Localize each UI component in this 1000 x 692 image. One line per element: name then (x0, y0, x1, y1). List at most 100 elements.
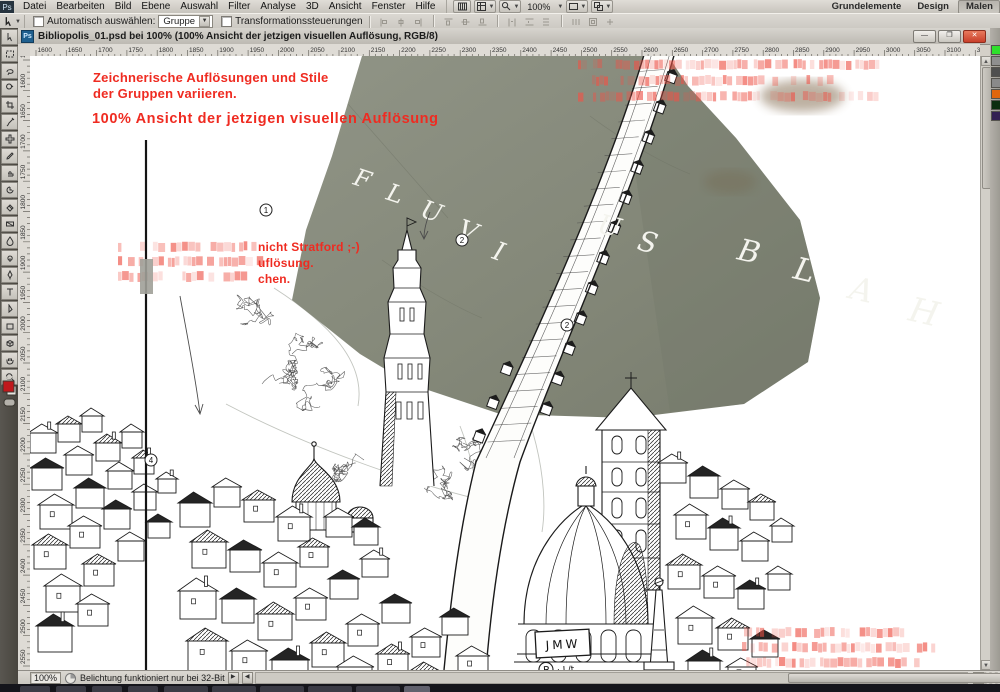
align-icon-9[interactable] (569, 15, 584, 29)
windows-taskbar[interactable] (0, 684, 1000, 692)
collapsed-panel-dock[interactable] (990, 28, 1000, 692)
restore-button[interactable]: ❐ (938, 30, 961, 43)
menu-bearbeiten[interactable]: Bearbeiten (51, 0, 109, 13)
align-icon-6[interactable] (505, 15, 520, 29)
taskbar-item-3[interactable] (128, 686, 158, 692)
svg-text:2300: 2300 (462, 47, 477, 54)
dock-swatch-0[interactable] (991, 45, 1000, 55)
pen-tool[interactable] (1, 267, 18, 283)
align-icon-8[interactable] (539, 15, 554, 29)
menu-ebene[interactable]: Ebene (136, 0, 175, 13)
auto-select-checkbox[interactable] (33, 16, 44, 27)
align-icon-7[interactable] (522, 15, 537, 29)
rectangle-shape-tool[interactable] (1, 318, 18, 334)
document-title-bar[interactable]: Ps Bibliopolis_01.psd bei 100% (100% Ans… (18, 28, 990, 45)
close-button[interactable]: ✕ (963, 30, 986, 43)
hand-tool[interactable] (1, 352, 18, 368)
move-tool[interactable] (1, 29, 18, 45)
tool-preset-move-icon[interactable]: ▼ (0, 15, 25, 28)
gradient-tool[interactable] (1, 216, 18, 232)
3d-object-rotate-tool[interactable] (1, 335, 18, 351)
eyedropper-tool[interactable] (1, 114, 18, 130)
align-icon-11[interactable] (603, 15, 618, 29)
dock-swatch-2[interactable] (991, 67, 1000, 77)
signature-text: JMW (544, 637, 580, 653)
photoshop-logo-icon[interactable]: Ps (0, 1, 14, 13)
lasso-tool[interactable] (1, 63, 18, 79)
launch-bridge-icon[interactable] (453, 0, 471, 13)
quick-mask-icon[interactable] (4, 399, 15, 406)
blur-tool[interactable] (1, 233, 18, 249)
dock-swatch-4[interactable] (991, 89, 1000, 99)
dock-swatch-6[interactable] (991, 111, 1000, 121)
svg-text:1800: 1800 (20, 195, 27, 210)
zoom-percentage-field[interactable]: 100% (30, 672, 61, 684)
quick-selection-tool[interactable] (1, 80, 18, 96)
clone-stamp-tool[interactable] (1, 165, 18, 181)
align-icon-4[interactable] (458, 15, 473, 29)
workspace-grundelemente[interactable]: Grundelemente (825, 1, 909, 13)
minimize-button[interactable]: — (913, 30, 936, 43)
menu-auswahl[interactable]: Auswahl (175, 0, 223, 13)
taskbar-item-1[interactable] (56, 686, 86, 692)
taskbar-item-6[interactable] (260, 686, 304, 692)
menu-3d[interactable]: 3D (301, 0, 324, 13)
workspace-malen[interactable]: Malen (958, 0, 1000, 13)
menu-hilfe[interactable]: Hilfe (410, 0, 440, 13)
workspace-design[interactable]: Design (910, 1, 956, 13)
dock-swatch-5[interactable] (991, 100, 1000, 110)
taskbar-item-0[interactable] (20, 686, 50, 692)
align-icon-2[interactable] (411, 15, 426, 29)
status-flyout-icon[interactable]: ▶ (228, 672, 239, 684)
document-canvas[interactable]: FLUVIUSBLAH 1224 JMW B · L/t Zeichnerisc… (30, 56, 980, 670)
color-swatch-controls (2, 374, 17, 413)
dock-swatch-3[interactable] (991, 78, 1000, 88)
marker-3: 4 (149, 456, 154, 465)
path-selection-tool[interactable] (1, 301, 18, 317)
svg-text:1650: 1650 (68, 47, 83, 54)
dodge-tool[interactable] (1, 250, 18, 266)
view-extras-icon[interactable]: ▼ (474, 0, 496, 13)
menu-analyse[interactable]: Analyse (255, 0, 301, 13)
menu-fenster[interactable]: Fenster (367, 0, 411, 13)
menu-datei[interactable]: Datei (18, 0, 51, 13)
align-icon-0[interactable] (377, 15, 392, 29)
rectangular-marquee-tool[interactable] (1, 46, 18, 62)
horizontal-scrollbar[interactable] (255, 672, 968, 684)
svg-text:2500: 2500 (583, 47, 598, 54)
zoom-level-dropdown[interactable]: 100% (524, 2, 553, 12)
taskbar-item-8[interactable] (356, 686, 400, 692)
zoom-tool-icon[interactable]: ▼ (499, 0, 521, 13)
align-icon-5[interactable] (475, 15, 490, 29)
screen-mode-icon[interactable]: ▼ (566, 0, 588, 13)
horizontal-scroll-thumb[interactable] (788, 673, 1000, 683)
align-icon-3[interactable] (441, 15, 456, 29)
align-icon-1[interactable] (394, 15, 409, 29)
align-icon-10[interactable] (586, 15, 601, 29)
brush-tool[interactable] (1, 148, 18, 164)
taskbar-item-9[interactable] (404, 686, 430, 692)
foreground-color-swatch[interactable] (3, 381, 14, 392)
type-tool[interactable] (1, 284, 18, 300)
taskbar-item-5[interactable] (212, 686, 256, 692)
taskbar-item-4[interactable] (164, 686, 208, 692)
svg-text:2500: 2500 (20, 619, 27, 634)
taskbar-item-7[interactable] (308, 686, 352, 692)
arrange-documents-icon[interactable]: ▼ (591, 0, 613, 13)
scroll-left-icon[interactable]: ◀ (242, 672, 253, 684)
menu-ansicht[interactable]: Ansicht (324, 0, 367, 13)
eraser-tool[interactable] (1, 199, 18, 215)
taskbar-item-2[interactable] (92, 686, 122, 692)
dock-swatch-1[interactable] (991, 56, 1000, 66)
svg-text:2450: 2450 (20, 589, 27, 604)
auto-select-dropdown[interactable]: Gruppe ▼ (158, 15, 213, 28)
tool-buttons (0, 29, 18, 385)
svg-text:1800: 1800 (159, 47, 174, 54)
menu-filter[interactable]: Filter (223, 0, 255, 13)
spot-healing-brush-tool[interactable] (1, 131, 18, 147)
transform-controls-checkbox[interactable] (221, 16, 232, 27)
menu-bild[interactable]: Bild (110, 0, 137, 13)
crop-tool[interactable] (1, 97, 18, 113)
history-brush-tool[interactable] (1, 182, 18, 198)
chevron-down-icon: ▼ (488, 4, 494, 10)
